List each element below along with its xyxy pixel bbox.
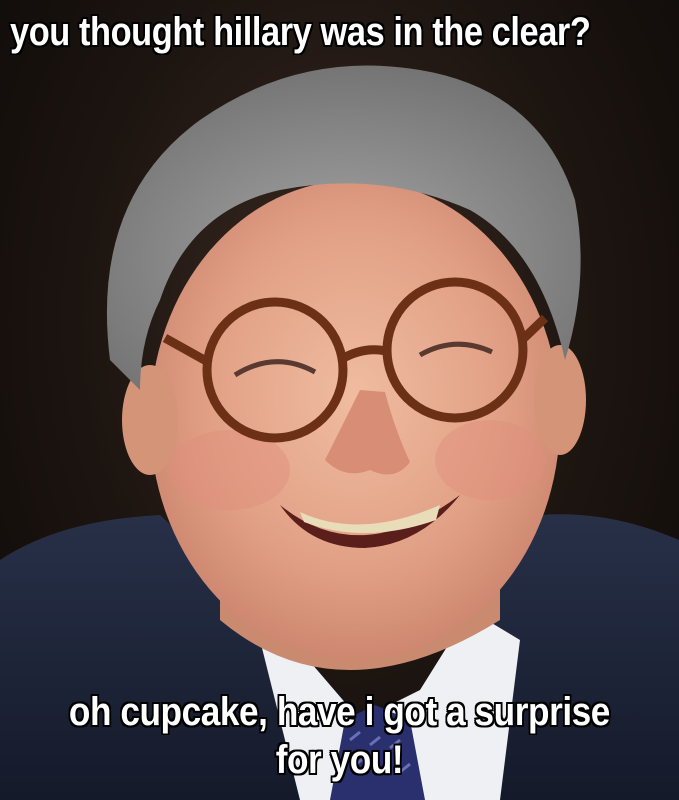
portrait-photo (0, 65, 679, 800)
top-caption: you thought hillary was in the clear? (10, 10, 591, 54)
bottom-caption-line-1: oh cupcake, have i got a surprise (68, 690, 611, 734)
bottom-caption-line-2: for you! (275, 738, 404, 782)
bottom-caption: oh cupcake, have i got a surprise for yo… (0, 688, 679, 784)
meme-image: you thought hillary was in the clear? oh… (0, 0, 679, 800)
